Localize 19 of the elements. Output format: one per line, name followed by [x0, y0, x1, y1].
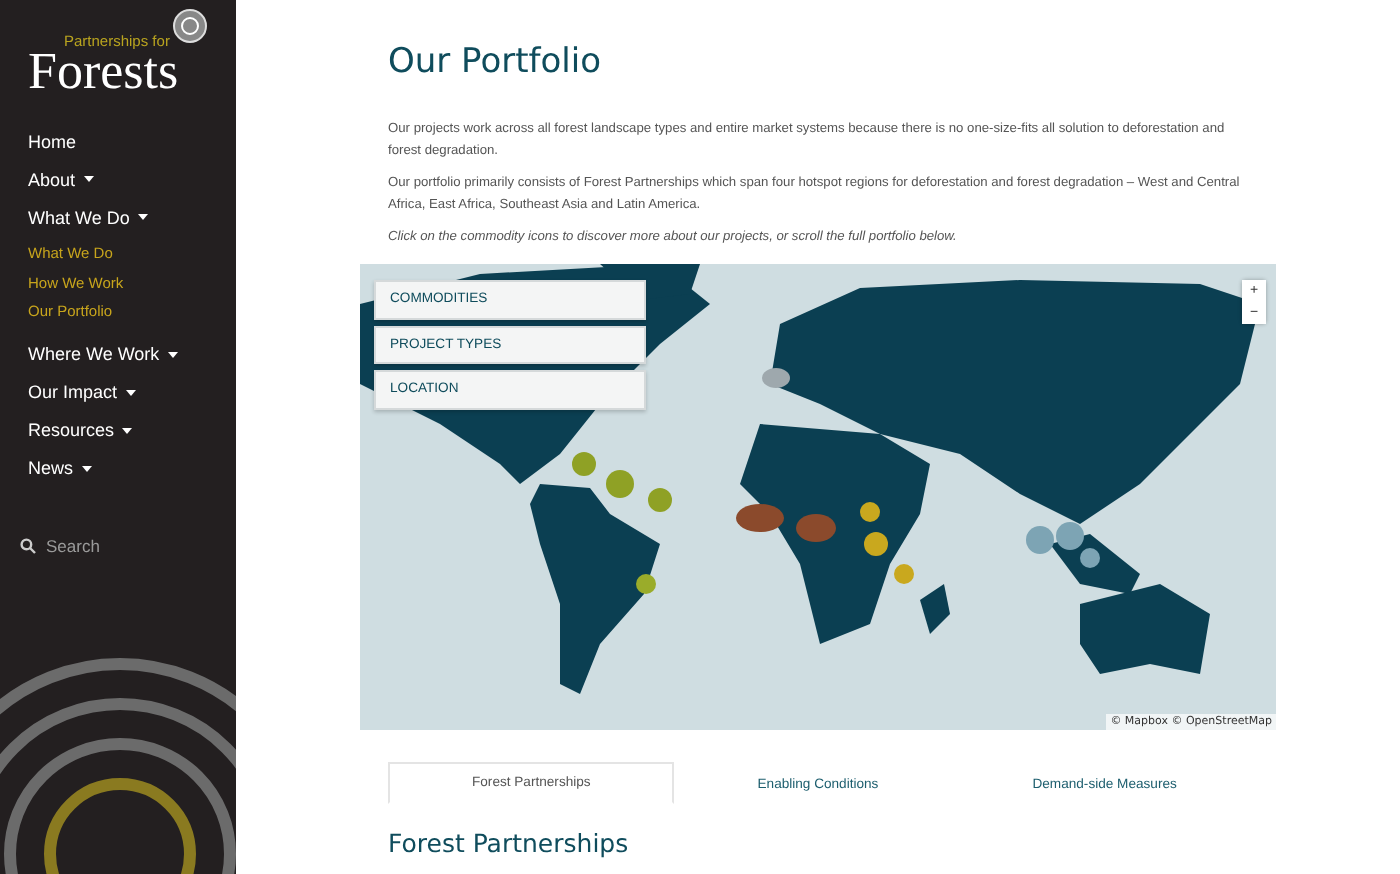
caret-icon [137, 214, 148, 220]
nav-link[interactable]: Home [28, 122, 236, 160]
search-icon [20, 537, 36, 553]
caret-icon [167, 351, 178, 357]
nav-link[interactable]: Where We Work [28, 335, 236, 373]
caret-icon [122, 427, 133, 433]
nav-link[interactable]: What We Do [28, 198, 236, 236]
search-field[interactable]: Search [46, 535, 186, 555]
nav-link[interactable]: News [28, 449, 236, 487]
page-title: Our Portfolio [388, 42, 603, 82]
section-title: Forest Partnerships [388, 828, 631, 858]
emblem-icon [172, 8, 208, 44]
caret-icon [83, 176, 94, 182]
nav-link[interactable]: Resources [28, 411, 236, 449]
nav-link[interactable]: Our Impact [28, 373, 236, 411]
caret-icon [125, 389, 136, 395]
nav-link[interactable]: About [28, 160, 236, 198]
logo-wordmark: Forests [28, 50, 179, 94]
caret-icon [81, 465, 92, 471]
